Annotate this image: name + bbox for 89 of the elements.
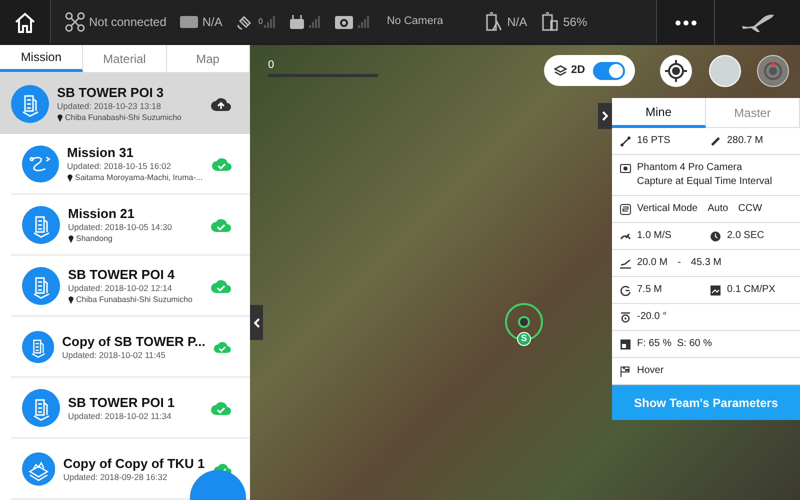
gimbal-pitch: -20.0 ° [637, 311, 667, 323]
mission-title: SB TOWER POI 4 [68, 266, 175, 283]
compass-icon [762, 60, 784, 82]
mission-item[interactable]: SB TOWER POI 3 Updated: 2018-10-23 13:18 Chiba Funabashi-Shi Suzumicho [0, 73, 250, 134]
mission-location: Saitama Moroyama-Machi, Iruma-... [74, 172, 203, 183]
camera-status: No Camera [386, 14, 444, 30]
location-pin-icon [68, 295, 74, 304]
signal-icon [308, 16, 320, 28]
mission-location: Shandong [76, 233, 112, 244]
satellite-count: 0 [258, 16, 263, 28]
crosshair-icon [665, 60, 687, 82]
finish-action: Hover [637, 365, 664, 377]
waypoints-icon [620, 136, 631, 147]
camera-setting: Capture at Equal Time Interval [637, 176, 772, 188]
mission-updated: Updated: 2018-10-02 11:45 [62, 350, 166, 360]
flight-time: 2.0 SEC [727, 230, 764, 242]
overlap-rate: F: 65 % S: 60 % [637, 338, 712, 350]
signal-icon [358, 16, 369, 28]
mission-title: SB TOWER POI 3 [57, 84, 164, 101]
tower-mission-icon [22, 266, 60, 304]
image-icon [620, 339, 631, 350]
signal-icon [264, 16, 275, 28]
checkered-flag-icon [620, 366, 631, 377]
mission-updated: Updated: 2018-10-02 12:14 [68, 283, 173, 294]
heading-setting: CCW [738, 203, 762, 215]
altitude-range: - [678, 257, 681, 269]
view-label: 2D [571, 63, 586, 78]
scale-label: 0 [268, 58, 276, 73]
speedometer-icon [620, 231, 631, 242]
toggle-switch[interactable] [593, 62, 626, 80]
drone-icon [65, 12, 85, 32]
mission-title: Mission 21 [68, 205, 134, 222]
remote-controller-icon [288, 14, 305, 30]
gsd-value: 0.1 CM/PX [727, 284, 776, 296]
altitude-icon [620, 258, 631, 269]
gimbal-icon [620, 312, 631, 323]
battery-level: 56% [563, 14, 588, 30]
flight-speed: 1.0 M/S [637, 230, 672, 242]
mission-title: SB TOWER POI 1 [68, 394, 175, 410]
ruler-icon [710, 136, 721, 147]
heading-setting: Vertical Mode [637, 203, 698, 215]
mission-title: Copy of SB TOWER P... [62, 332, 206, 350]
sidebar-tab[interactable]: Material [83, 45, 167, 72]
location-pin-icon [57, 113, 63, 122]
more-icon [674, 20, 696, 26]
tower-mission-icon [22, 206, 60, 244]
location-pin-icon [68, 234, 74, 243]
battery-level: N/A [507, 14, 528, 30]
panel-tab[interactable]: Mine [612, 98, 706, 128]
altitude-range: 45.3 M [690, 257, 722, 269]
airplane-icon [740, 12, 776, 32]
battery-icon [541, 12, 560, 32]
camera-setting: Phantom 4 Pro Camera [637, 162, 744, 174]
connection-status: Not connected [89, 14, 166, 30]
mission-title: Copy of Copy of TKU 1 [63, 454, 205, 472]
image-icon [710, 285, 721, 296]
heading-setting: Auto [708, 203, 728, 215]
battery-icon [485, 12, 504, 32]
total-distance: 280.7 M [727, 135, 764, 147]
layers-icon [554, 64, 567, 76]
mission-title: Mission 31 [66, 144, 134, 161]
heading-mode-icon [620, 204, 631, 215]
mission-location: Chiba Funabashi-Shi Suzumicho [76, 294, 193, 305]
mission-updated: Updated: 2018-10-23 13:18 [57, 101, 162, 112]
altitude-range: 20.0 M [637, 257, 668, 269]
mission-updated: Updated: 2018-09-28 16:32 [63, 472, 168, 482]
location-pin-icon [66, 173, 73, 182]
home-icon [13, 10, 37, 34]
view-toggle[interactable]: 2D [544, 55, 635, 86]
camera-icon [334, 14, 354, 30]
waypoint-count: 16 PTS [637, 135, 670, 147]
terrain-mission-icon [22, 450, 56, 488]
radius-icon [620, 285, 631, 296]
clock-icon [710, 231, 721, 242]
radius-value: 7.5 M [637, 284, 662, 296]
tower-mission-icon [11, 84, 49, 122]
tower-mission-icon [22, 388, 60, 426]
chevron-right-icon [602, 111, 608, 121]
route-mission-icon [22, 144, 59, 182]
mission-updated: Updated: 2018-10-05 14:30 [68, 222, 173, 233]
camera-icon [620, 163, 631, 174]
mission-updated: Updated: 2018-10-02 11:34 [68, 410, 172, 422]
collapse-sidebar-button[interactable] [250, 305, 263, 340]
collapse-panel-button[interactable] [598, 103, 612, 129]
mission-location: Chiba Funabashi-Shi Suzumicho [65, 112, 182, 123]
panel-tab[interactable]: Master [706, 98, 800, 128]
mission-updated: Updated: 2018-10-15 16:02 [66, 161, 172, 172]
flight-mode: N/A [202, 14, 222, 30]
chevron-left-icon [254, 318, 260, 328]
